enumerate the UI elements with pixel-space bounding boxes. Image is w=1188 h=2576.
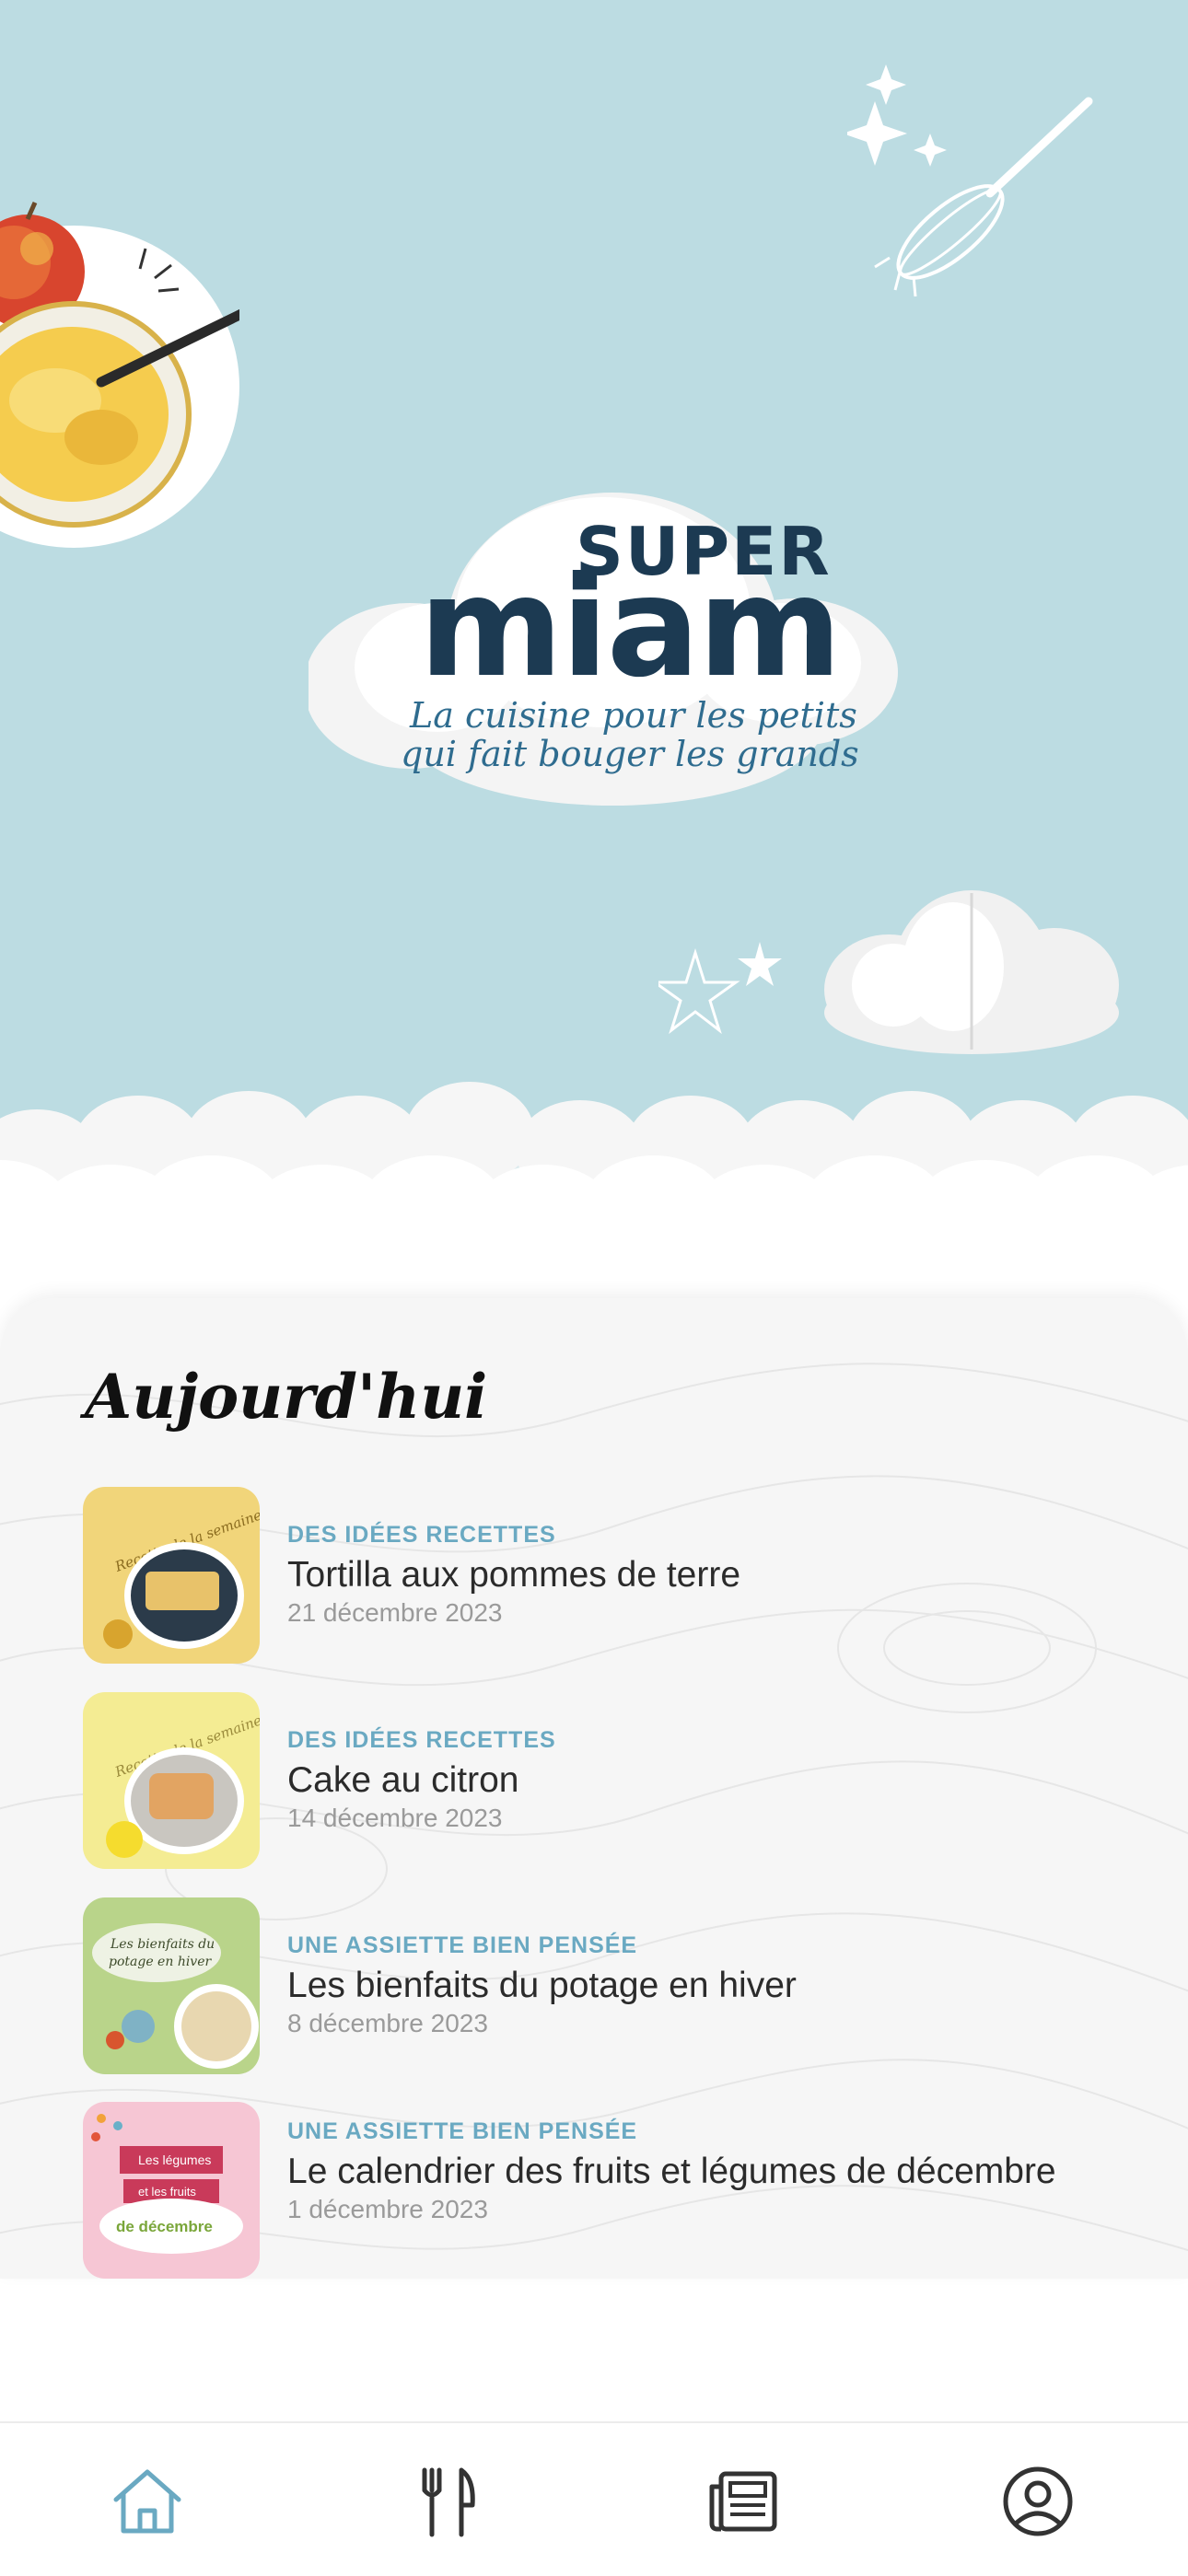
article-title: Tortilla aux pommes de terre — [287, 1555, 741, 1595]
article-meta: UNE ASSIETTE BIEN PENSÉE Les bienfaits d… — [287, 1932, 1116, 2038]
svg-text:Les légumes: Les légumes — [138, 2152, 211, 2167]
today-section: Aujourd'hui Recette de la semaine DES ID… — [0, 1298, 1188, 2279]
svg-text:potage en hiver: potage en hiver — [109, 1955, 213, 1969]
user-icon — [1003, 2466, 1073, 2536]
bottom-tab-bar — [0, 2421, 1188, 2576]
article-title: Le calendrier des fruits et légumes de d… — [287, 2152, 1056, 2191]
fork-knife-icon — [422, 2467, 475, 2537]
article-date: 8 décembre 2023 — [287, 2009, 488, 2037]
tab-articles[interactable] — [702, 2460, 785, 2543]
article-date: 21 décembre 2023 — [287, 1598, 503, 1627]
article-category: UNE ASSIETTE BIEN PENSÉE — [287, 1932, 638, 1958]
article-thumbnail: Les bienfaits du potage en hiver — [83, 1897, 260, 2074]
article-title: Cake au citron — [287, 1760, 519, 1800]
stars-decoration — [658, 942, 782, 1035]
list-item-article[interactable]: Recette de la semaine DES IDÉES RECETTES… — [83, 1692, 1142, 1872]
article-date: 14 décembre 2023 — [287, 1804, 503, 1832]
logo-miam-text: miam — [419, 548, 842, 708]
cloud-band-decoration — [0, 1082, 1188, 1307]
article-title: Les bienfaits du potage en hiver — [287, 1966, 797, 2005]
article-meta: DES IDÉES RECETTES Cake au citron 14 déc… — [287, 1727, 1116, 1833]
logo-tagline-line2: qui fait bouger les grands — [401, 734, 859, 774]
newspaper-icon — [709, 2471, 777, 2532]
logo-tagline-line1: La cuisine pour les petits — [410, 695, 857, 736]
tab-profile[interactable] — [996, 2460, 1079, 2543]
hero-banner: SUPER miam La cuisine pour les petits qu… — [0, 0, 1188, 1307]
home-icon — [113, 2469, 181, 2534]
article-thumbnail: Les légumes et les fruits de décembre — [83, 2102, 260, 2279]
article-thumbnail: Recette de la semaine — [83, 1692, 260, 1869]
list-item-article[interactable]: Les légumes et les fruits de décembre UN… — [83, 2102, 1142, 2279]
section-title: Aujourd'hui — [85, 1361, 488, 1433]
article-date: 1 décembre 2023 — [287, 2195, 488, 2223]
article-thumbnail: Recette de la semaine — [83, 1487, 260, 1664]
list-item-article[interactable]: Les bienfaits du potage en hiver UNE ASS… — [83, 1897, 1142, 2077]
supermiam-logo: SUPER miam La cuisine pour les petits qu… — [309, 474, 898, 815]
apple-compote-illustration — [0, 201, 239, 548]
article-meta: UNE ASSIETTE BIEN PENSÉE Le calendrier d… — [287, 2118, 1116, 2224]
article-category: DES IDÉES RECETTES — [287, 1727, 556, 1753]
tab-home[interactable] — [106, 2460, 189, 2543]
article-category: UNE ASSIETTE BIEN PENSÉE — [287, 2118, 638, 2144]
list-item-article[interactable]: Recette de la semaine DES IDÉES RECETTES… — [83, 1487, 1142, 1666]
svg-text:de décembre: de décembre — [116, 2218, 213, 2235]
whisk-illustration — [847, 64, 1093, 297]
svg-text:et les fruits: et les fruits — [138, 2185, 196, 2199]
tab-recipes[interactable] — [405, 2460, 488, 2543]
svg-text:Les bienfaits du: Les bienfaits du — [110, 1937, 215, 1952]
article-category: DES IDÉES RECETTES — [287, 1522, 556, 1548]
article-meta: DES IDÉES RECETTES Tortilla aux pommes d… — [287, 1522, 1116, 1628]
cloud-decoration — [824, 890, 1119, 1054]
